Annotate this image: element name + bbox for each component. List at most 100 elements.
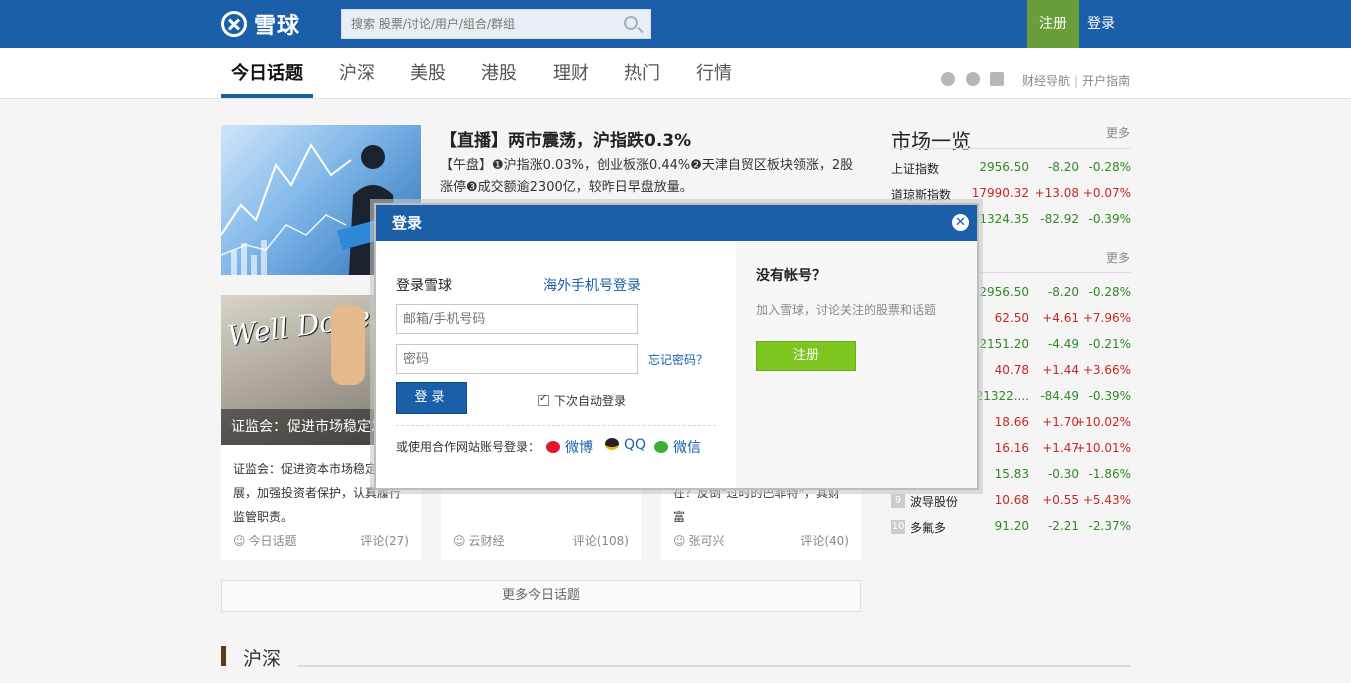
index-change: -82.92	[1040, 212, 1079, 226]
tab-finance[interactable]: 理财	[543, 48, 599, 98]
stock-name: 波导股份	[910, 495, 959, 509]
stock-price: 18.66	[994, 415, 1029, 429]
divider: |	[1074, 74, 1079, 88]
stock-change: -0.30	[1047, 467, 1079, 481]
section-marker	[221, 646, 226, 666]
card-author[interactable]: 云财经	[453, 534, 505, 548]
stock-change: -8.20	[1047, 285, 1079, 299]
stock-price: 62.50	[994, 311, 1029, 325]
search-icon[interactable]	[624, 16, 638, 30]
index-row[interactable]: 上证指数 2956.50 -8.20 -0.28%	[891, 160, 1131, 186]
weibo-login-link[interactable]: 微博	[546, 437, 593, 457]
tab-hushen[interactable]: 沪深	[329, 48, 385, 98]
stock-change: -84.49	[1040, 389, 1079, 403]
tab-hk-stocks[interactable]: 港股	[471, 48, 527, 98]
join-text: 加入雪球，讨论关注的股票和话题	[756, 303, 937, 317]
index-change: +13.08	[1034, 186, 1079, 200]
stock-percent: +10.01%	[1075, 441, 1131, 455]
finance-nav-link[interactable]: 财经导航	[1022, 74, 1070, 88]
section-divider	[297, 665, 1131, 667]
feature-summary: 【午盘】❶沪指涨0.03%，创业板涨0.44%❷天津自贸区板块领涨，2股涨停❸成…	[440, 158, 854, 195]
card-author[interactable]: 今日话题	[233, 534, 297, 548]
qq-label: QQ	[624, 437, 647, 453]
logo-icon	[221, 11, 247, 37]
index-percent: -0.28%	[1088, 160, 1131, 174]
stocks-more-link[interactable]: 更多	[1106, 249, 1130, 266]
register-button[interactable]: 注册	[1027, 0, 1079, 48]
stock-percent: +5.43%	[1082, 493, 1131, 507]
tab-today-topics[interactable]: 今日话题	[221, 48, 313, 98]
card-comments[interactable]: 评论(27)	[360, 532, 409, 549]
search-input[interactable]	[342, 10, 612, 38]
login-submit-button[interactable]: 登录	[396, 382, 467, 414]
market-divider	[891, 148, 1131, 149]
index-price: 21324.35	[971, 212, 1029, 226]
rss-icon[interactable]	[990, 72, 1004, 86]
card-comments[interactable]: 评论(108)	[573, 532, 629, 549]
partner-prompt: 或使用合作网站账号登录：	[396, 440, 541, 454]
qq-login-link[interactable]: QQ	[605, 437, 646, 453]
stock-change: +1.47	[1042, 441, 1079, 455]
weibo-label: 微博	[565, 440, 593, 456]
card-comments[interactable]: 评论(40)	[800, 532, 849, 549]
logo-text: 雪球	[254, 14, 301, 39]
login-panel: 登录雪球 海外手机号登录 忘记密码？ 登录 下次自动登录 或使用合作网站账号登录…	[376, 241, 736, 488]
forgot-password-link[interactable]: 忘记密码？	[648, 351, 708, 368]
more-topics-button[interactable]: 更多今日话题	[221, 580, 861, 612]
stock-price: 15.83	[994, 467, 1029, 481]
feature-title[interactable]: 【直播】两市震荡，沪指跌0.3%	[440, 126, 691, 151]
tab-us-stocks[interactable]: 美股	[400, 48, 456, 98]
login-modal: 登录 ✕ 登录雪球 海外手机号登录 忘记密码？ 登录 下次自动登录 或使用合作网…	[374, 203, 979, 490]
card-footer: 张可兴 评论(40)	[673, 532, 849, 549]
market-more-link[interactable]: 更多	[1106, 124, 1130, 141]
login-link[interactable]: 登录	[1087, 0, 1115, 48]
modal-title: 登录	[376, 205, 977, 241]
stock-row[interactable]: 10 多氟多 91.20 -2.21 -2.37%	[891, 519, 1131, 545]
stock-percent: +7.96%	[1082, 311, 1131, 325]
stock-change: +0.55	[1042, 493, 1079, 507]
card-footer: 今日话题 评论(27)	[233, 532, 409, 549]
login-heading: 登录雪球	[396, 278, 452, 294]
weibo-icon[interactable]	[966, 72, 980, 86]
wechat-login-link[interactable]: 微信	[654, 437, 701, 457]
thumbs-up-icon	[331, 305, 365, 385]
stock-change: +1.44	[1042, 363, 1079, 377]
stock-rank: 10	[891, 520, 905, 534]
stock-row[interactable]: 9 波导股份 10.68 +0.55 +5.43%	[891, 493, 1131, 519]
market-title: 市场一览	[891, 129, 971, 153]
nav-bar: 今日话题 沪深 美股 港股 理财 热门 行情 财经导航 | 开户指南	[0, 48, 1351, 99]
index-change: -8.20	[1047, 160, 1079, 174]
stock-change: -4.49	[1047, 337, 1079, 351]
remember-me[interactable]: 下次自动登录	[538, 392, 626, 409]
index-price: 17990.32	[971, 186, 1029, 200]
logo[interactable]: 雪球	[221, 9, 300, 39]
remember-checkbox[interactable]	[538, 393, 549, 406]
no-account-heading: 没有帐号？	[756, 268, 826, 284]
index-percent: +0.07%	[1082, 186, 1131, 200]
email-phone-field[interactable]	[396, 304, 638, 334]
top-bar: 雪球 注册 登录	[0, 0, 1351, 48]
tab-hot[interactable]: 热门	[614, 48, 670, 98]
stock-price: 91.20	[994, 519, 1029, 533]
wechat-label: 微信	[673, 440, 701, 456]
stock-percent: -0.39%	[1088, 389, 1131, 403]
index-percent: -0.39%	[1088, 212, 1131, 226]
index-name: 道琼斯指数	[891, 188, 952, 202]
wechat-icon	[654, 441, 668, 453]
overseas-phone-login-link[interactable]: 海外手机号登录	[543, 275, 641, 295]
stock-price: 40.78	[994, 363, 1029, 377]
tab-quotes[interactable]: 行情	[686, 48, 742, 98]
password-field[interactable]	[396, 344, 638, 374]
divider	[396, 425, 716, 426]
stock-change: +1.70	[1042, 415, 1079, 429]
stock-price: 21322....	[975, 389, 1029, 403]
qq-icon	[605, 438, 619, 450]
stock-rank: 9	[891, 494, 905, 508]
stock-percent: +10.02%	[1075, 415, 1131, 429]
close-icon[interactable]: ✕	[952, 214, 969, 231]
account-guide-link[interactable]: 开户指南	[1082, 74, 1130, 88]
stock-change: +4.61	[1042, 311, 1079, 325]
modal-register-button[interactable]: 注册	[756, 341, 856, 371]
wechat-icon[interactable]	[941, 72, 955, 86]
card-author[interactable]: 张可兴	[673, 534, 725, 548]
